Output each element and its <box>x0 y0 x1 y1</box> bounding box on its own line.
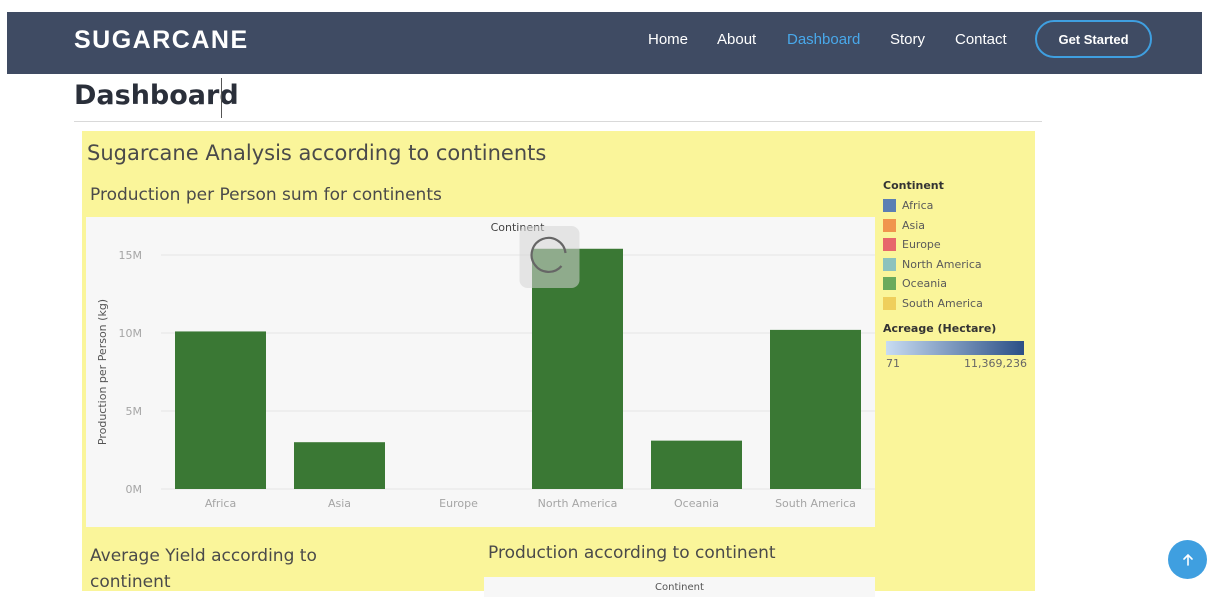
y-tick-label: 15M <box>119 249 143 262</box>
y-tick-label: 5M <box>126 405 143 418</box>
legend-acreage-title: Acreage (Hectare) <box>883 322 997 335</box>
y-axis-title: Production per Person (kg) <box>96 299 109 445</box>
x-tick-label: North America <box>538 497 618 510</box>
nav-contact-link[interactable]: Contact <box>955 31 1007 48</box>
acreage-max-label: 11,369,236 <box>964 357 1027 370</box>
get-started-button[interactable]: Get Started <box>1035 20 1152 58</box>
legend-swatch <box>883 296 896 310</box>
legend-swatch <box>883 199 896 213</box>
x-tick-label: Africa <box>205 497 236 510</box>
legend-swatch <box>883 257 896 271</box>
legend-continent-title: Continent <box>883 179 944 192</box>
production-chart-preview[interactable]: Continent <box>484 577 875 597</box>
x-tick-label: Asia <box>328 497 351 510</box>
text-cursor <box>221 78 222 118</box>
legend-item-asia[interactable]: Asia <box>883 216 1027 236</box>
title-divider <box>74 121 1042 122</box>
legend-item-north-america[interactable]: North America <box>883 255 1027 275</box>
nav-dashboard-link[interactable]: Dashboard <box>787 31 860 48</box>
top-navbar: SUGARCANE Home About Dashboard Story Con… <box>7 12 1202 74</box>
bar-chart-svg[interactable]: 0M 5M 10M 15M Production per Person (kg) Afri… <box>86 217 875 527</box>
production-per-person-chart[interactable]: 0M 5M 10M 15M Production per Person (kg) Afri… <box>86 217 875 527</box>
acreage-color-gradient <box>886 341 1024 355</box>
sheet-title-production: Production according to continent <box>488 543 776 563</box>
legend-label: South America <box>902 296 983 310</box>
nav-about-link[interactable]: About <box>717 31 756 48</box>
sheet-title-average-yield: Average Yield according to continent <box>90 546 317 592</box>
legend-swatch <box>883 277 896 291</box>
bar-oceania[interactable] <box>651 440 742 489</box>
bar-asia[interactable] <box>294 442 385 489</box>
tableau-dashboard[interactable]: Sugarcane Analysis according to continen… <box>82 131 1035 597</box>
sheet-title-production-per-person: Production per Person sum for continents <box>90 185 442 205</box>
acreage-min-label: 71 <box>886 357 900 370</box>
legend-item-europe[interactable]: Europe <box>883 235 1027 255</box>
page-title: Dashboard <box>74 80 239 111</box>
legend-items: Africa Asia Europe North America Oceania… <box>883 196 1027 313</box>
chart-legend: Continent Africa Asia Europe North Ameri… <box>883 179 1027 370</box>
legend-item-africa[interactable]: Africa <box>883 196 1027 216</box>
scroll-to-top-button[interactable] <box>1168 540 1207 579</box>
legend-swatch <box>883 218 896 232</box>
loading-overlay <box>519 226 580 288</box>
brand-logo[interactable]: SUGARCANE <box>74 26 249 55</box>
legend-item-oceania[interactable]: Oceania <box>883 274 1027 294</box>
legend-label: Asia <box>902 218 926 232</box>
legend-label: Europe <box>902 238 941 252</box>
bar-africa[interactable] <box>175 331 266 489</box>
bar-south-america[interactable] <box>770 329 861 489</box>
arrow-up-icon <box>1182 553 1193 566</box>
legend-label: North America <box>902 257 982 271</box>
x-tick-label: Oceania <box>674 497 719 510</box>
y-tick-label: 10M <box>119 327 143 340</box>
legend-item-south-america[interactable]: South America <box>883 294 1027 314</box>
legend-label: Oceania <box>902 277 947 291</box>
legend-swatch <box>883 238 896 252</box>
x-tick-label: South America <box>775 497 856 510</box>
acreage-range-labels: 71 11,369,236 <box>886 357 1027 370</box>
nav-story-link[interactable]: Story <box>890 31 925 48</box>
nav-home-link[interactable]: Home <box>648 31 688 48</box>
y-tick-label: 0M <box>126 483 143 496</box>
x-tick-label: Europe <box>439 497 478 510</box>
legend-label: Africa <box>902 199 934 213</box>
dashboard-title: Sugarcane Analysis according to continen… <box>87 141 547 165</box>
